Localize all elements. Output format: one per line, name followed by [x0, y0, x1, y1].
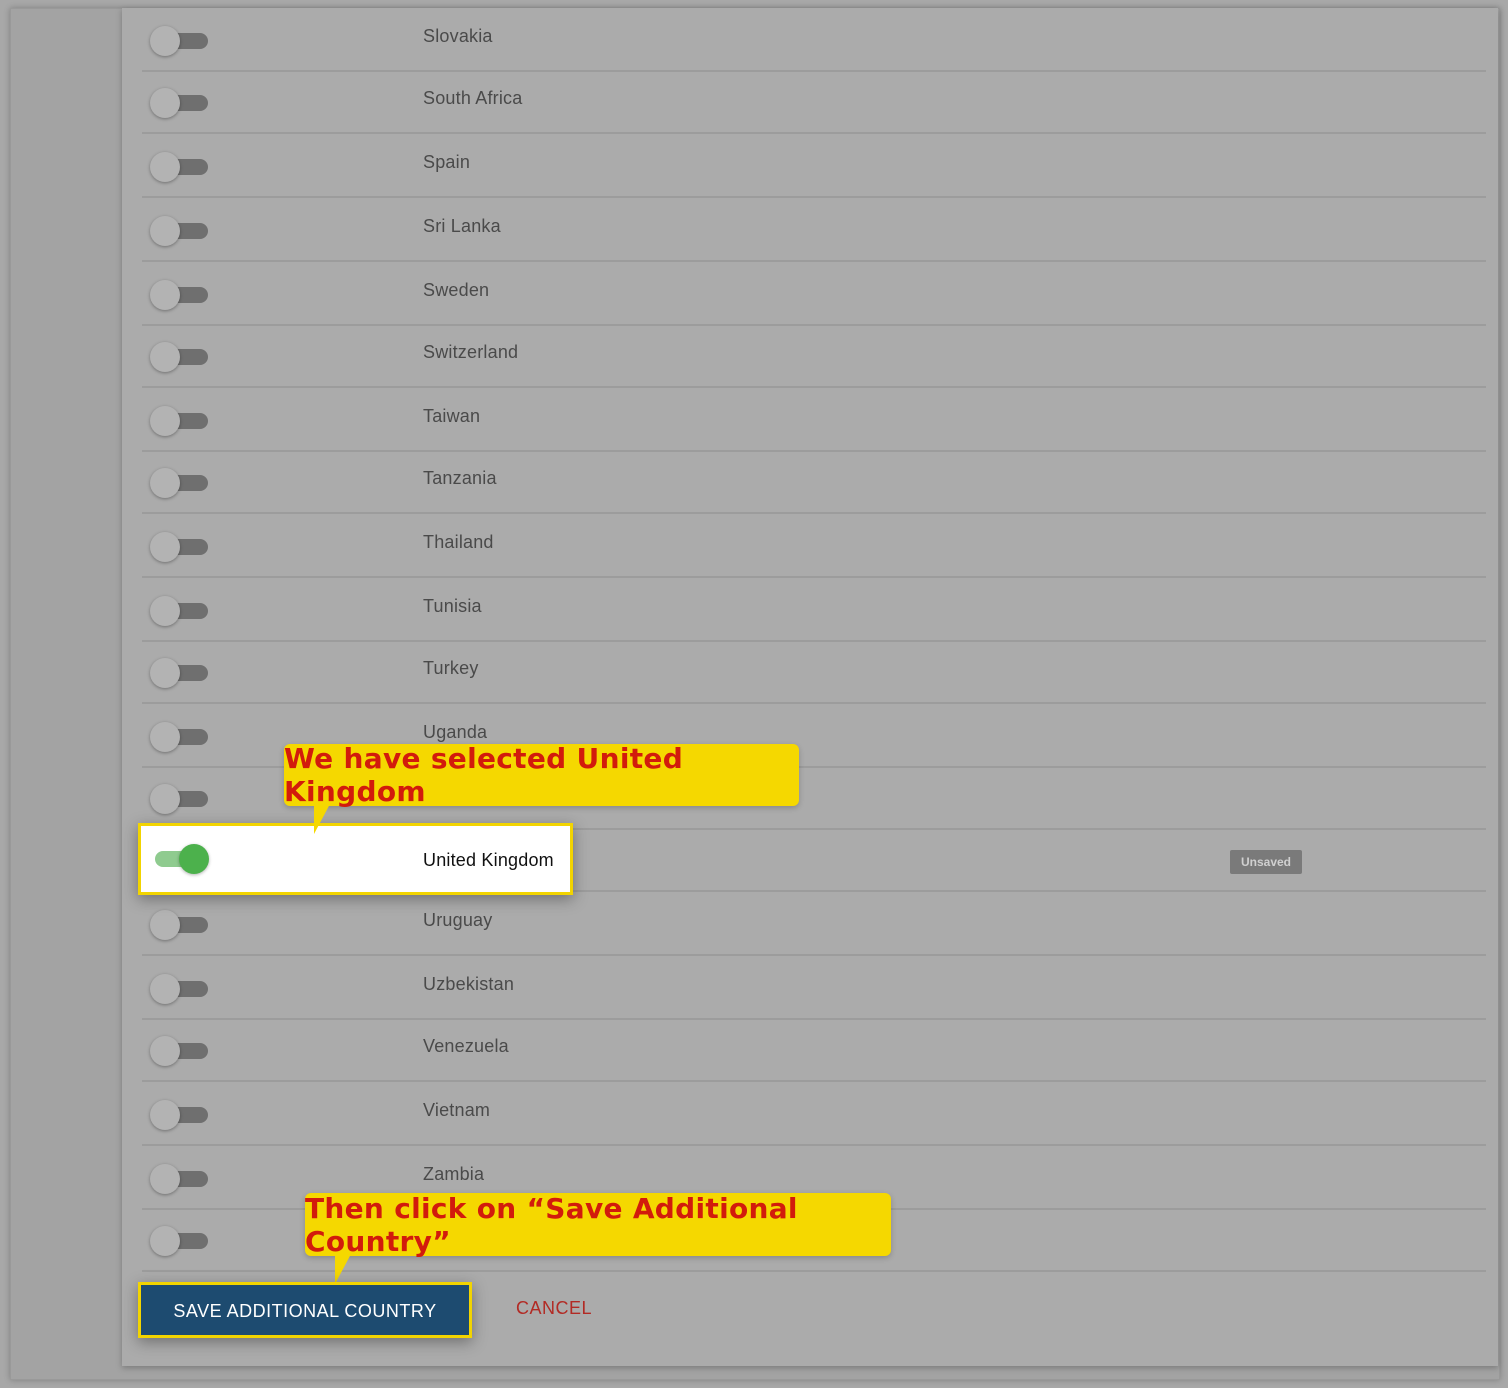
country-label: Tunisia: [423, 596, 482, 616]
toggle-knob: [150, 280, 180, 310]
country-toggle[interactable]: [150, 1164, 210, 1194]
unsaved-badge: Unsaved: [1230, 850, 1302, 874]
country-toggle[interactable]: [150, 468, 210, 498]
country-row: Uruguay: [142, 892, 1486, 956]
country-row: Tunisia: [142, 578, 1486, 642]
country-row: Sweden: [142, 262, 1486, 326]
country-row: Venezuela: [142, 1018, 1486, 1082]
toggle-knob: [150, 784, 180, 814]
country-toggle-on[interactable]: [153, 844, 213, 874]
toggle-knob: [150, 216, 180, 246]
toggle-knob: [150, 88, 180, 118]
country-toggle[interactable]: [150, 1226, 210, 1256]
country-row: Switzerland: [142, 324, 1486, 388]
cancel-button[interactable]: CANCEL: [516, 1298, 592, 1319]
country-label: Uzbekistan: [423, 974, 515, 994]
country-row: South Africa: [142, 70, 1486, 134]
toggle-knob: [150, 1036, 180, 1066]
toggle-knob: [150, 658, 180, 688]
country-label: Sri Lanka: [423, 216, 501, 236]
country-row: Turkey: [142, 640, 1486, 704]
callout-save: Then click on “Save Additional Country”: [305, 1191, 891, 1284]
toggle-knob: [150, 1226, 180, 1256]
callout-save-text: Then click on “Save Additional Country”: [305, 1191, 798, 1258]
country-label: Turkey: [423, 658, 479, 678]
country-label: Sweden: [423, 280, 490, 300]
toggle-knob: [150, 342, 180, 372]
callout-selected: We have selected United Kingdom: [284, 742, 799, 834]
country-row: Vietnam: [142, 1082, 1486, 1146]
country-label: Switzerland: [423, 342, 519, 362]
country-toggle[interactable]: [150, 596, 210, 626]
toggle-knob: [150, 596, 180, 626]
country-row: Thailand: [142, 514, 1486, 578]
callout-selected-text: We have selected United Kingdom: [284, 742, 684, 808]
country-row: Tanzania: [142, 450, 1486, 514]
toggle-knob: [150, 722, 180, 752]
country-toggle[interactable]: [150, 1036, 210, 1066]
country-label: Zambia: [423, 1164, 485, 1184]
country-label: United Kingdom: [423, 850, 554, 870]
toggle-knob: [150, 26, 180, 56]
country-label: Taiwan: [423, 406, 481, 426]
country-toggle[interactable]: [150, 910, 210, 940]
country-row: Spain: [142, 134, 1486, 198]
toggle-knob: [150, 1100, 180, 1130]
save-button-wrap: SAVE ADDITIONAL COUNTRY: [138, 1282, 472, 1338]
country-label: Uruguay: [423, 910, 493, 930]
toggle-knob: [179, 844, 209, 874]
country-toggle[interactable]: [150, 784, 210, 814]
country-toggle[interactable]: [150, 26, 210, 56]
country-row: Slovakia: [142, 8, 1486, 72]
country-label: Slovakia: [423, 26, 493, 46]
country-label: Uganda: [423, 722, 488, 742]
country-toggle[interactable]: [150, 152, 210, 182]
country-toggle[interactable]: [150, 280, 210, 310]
country-toggle[interactable]: [150, 342, 210, 372]
callout-tail: [335, 1254, 351, 1284]
country-label: Venezuela: [423, 1036, 509, 1056]
country-toggle[interactable]: [150, 722, 210, 752]
country-label: South Africa: [423, 88, 523, 108]
country-row: Uzbekistan: [142, 956, 1486, 1020]
toggle-knob: [150, 910, 180, 940]
country-toggle[interactable]: [150, 658, 210, 688]
selected-country-row[interactable]: United Kingdom: [138, 823, 573, 895]
country-label: Spain: [423, 152, 471, 172]
country-label: Thailand: [423, 532, 494, 552]
country-row: Taiwan: [142, 388, 1486, 452]
country-toggle[interactable]: [150, 974, 210, 1004]
country-toggle[interactable]: [150, 88, 210, 118]
toggle-knob: [150, 468, 180, 498]
toggle-knob: [150, 974, 180, 1004]
country-toggle[interactable]: [150, 216, 210, 246]
toggle-knob: [150, 1164, 180, 1194]
country-label: Vietnam: [423, 1100, 491, 1120]
save-additional-country-button[interactable]: SAVE ADDITIONAL COUNTRY: [141, 1285, 469, 1335]
country-toggle[interactable]: [150, 406, 210, 436]
country-toggle[interactable]: [150, 1100, 210, 1130]
country-label: Tanzania: [423, 468, 497, 488]
toggle-knob: [150, 532, 180, 562]
country-row: Sri Lanka: [142, 198, 1486, 262]
toggle-knob: [150, 152, 180, 182]
toggle-knob: [150, 406, 180, 436]
callout-tail: [314, 804, 330, 834]
country-toggle[interactable]: [150, 532, 210, 562]
